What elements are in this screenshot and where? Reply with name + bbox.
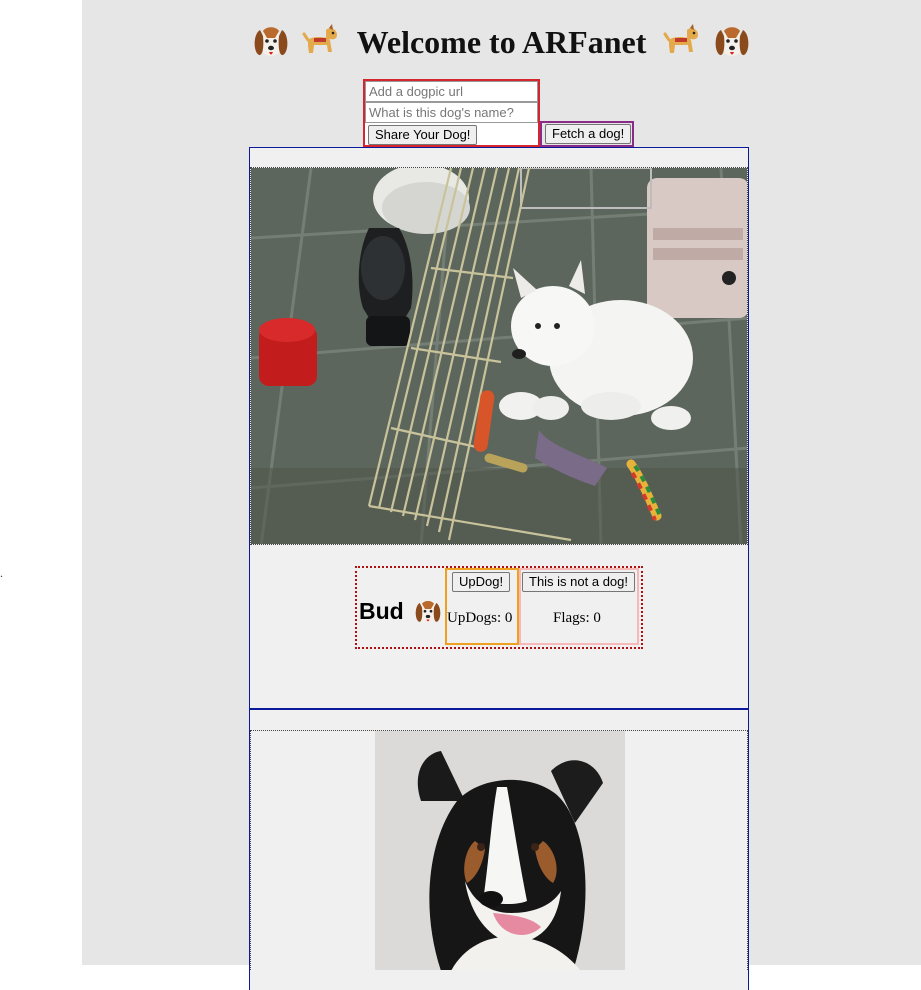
dog-photo [250,730,748,970]
share-your-dog-button[interactable]: Share Your Dog! [368,125,478,145]
fetch-dog-container: Fetch a dog! [540,121,634,147]
updog-box: UpDog! UpDogs: 0 [445,568,519,645]
beagle-face-emoji-icon [715,26,749,56]
dog-name-input[interactable] [365,102,538,123]
tricolor-shepherd-portrait-photo [251,731,747,970]
dog-photo [250,167,748,545]
title-text: Welcome to ARFanet [356,23,647,60]
white-puppy-in-pen-photo [251,168,747,544]
dog-name: Bud [359,598,404,624]
share-dog-form: Share Your Dog! [363,79,540,147]
guide-dog-emoji-icon [663,23,699,53]
updogs-count: UpDogs: 0 [447,610,513,626]
dog-card [249,709,749,990]
beagle-face-emoji-icon [415,600,441,623]
flags-count: Flags: 0 [553,610,601,626]
updog-button[interactable]: UpDog! [452,572,511,592]
guide-dog-emoji-icon [302,23,337,53]
beagle-face-emoji-icon [254,26,288,56]
flag-box: This is not a dog! Flags: 0 [519,568,639,645]
stray-text: . [0,566,3,580]
flag-not-a-dog-button[interactable]: This is not a dog! [522,572,635,592]
fetch-dog-button[interactable]: Fetch a dog! [545,124,632,144]
dog-info-row: Bud UpDog! UpDogs: 0 This is not a dog! … [355,566,643,649]
dog-card: Bud UpDog! UpDogs: 0 This is not a dog! … [249,147,749,710]
page-title: Welcome to ARFanet [82,14,921,66]
dogpic-url-input[interactable] [365,81,538,102]
